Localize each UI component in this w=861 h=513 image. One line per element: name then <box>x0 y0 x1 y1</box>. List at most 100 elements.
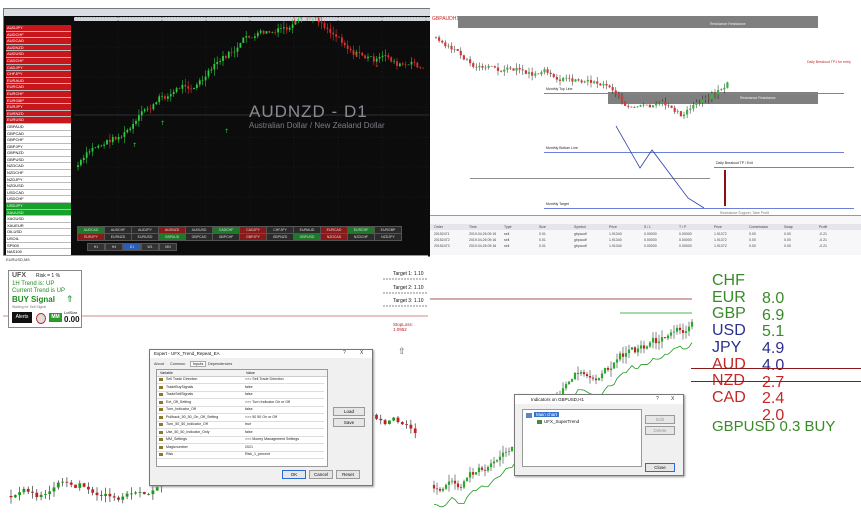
market-watch-row[interactable]: GBPCAD <box>6 131 71 138</box>
market-watch-row[interactable]: CADJPY <box>6 65 71 72</box>
market-watch-row[interactable]: GBPNZD <box>6 150 71 157</box>
market-watch-row[interactable]: NZDUSD <box>6 183 71 190</box>
timeframe-button[interactable]: H4 <box>105 243 123 251</box>
bell-icon[interactable] <box>36 313 46 324</box>
market-watch-symbol: AUDCAD <box>7 38 24 44</box>
market-watch-row[interactable]: EURCAD <box>6 84 71 91</box>
parameter-value[interactable]: >>> Turn Indicator On or Off <box>245 399 290 406</box>
table-row[interactable]: 201524732019.04.26 09:16sell0.01gbpaudf1… <box>430 243 861 249</box>
market-watch-row[interactable]: NZDCHF <box>6 170 71 177</box>
parameter-value[interactable]: >>> Sell Trade Direction <box>245 376 284 383</box>
dashboard-pair-cell[interactable]: EURUSD <box>131 233 159 241</box>
market-watch-row[interactable]: EURGBP <box>6 98 71 105</box>
parameter-value[interactable]: >>> 50 50 On or Off <box>245 414 277 421</box>
mm-button[interactable]: MM <box>49 313 62 322</box>
market-watch-row[interactable]: USOIL <box>6 236 71 243</box>
market-watch-row[interactable]: AUDUSD <box>6 51 71 58</box>
dialog2-help-button[interactable]: ? <box>656 396 659 402</box>
parameter-value[interactable]: 2021 <box>245 444 253 451</box>
parameter-value[interactable]: >>> Money Management Settings <box>245 436 299 443</box>
market-watch-row[interactable]: AUDNZD <box>6 45 71 52</box>
market-watch-row[interactable]: OILUSD <box>6 229 71 236</box>
tab-dependencies[interactable]: Dependencies <box>208 362 232 366</box>
parameter-value[interactable]: false <box>245 391 253 398</box>
market-watch-row[interactable]: CHFJPY <box>6 71 71 78</box>
dialog-close-button[interactable]: X <box>360 350 363 356</box>
alerts-button[interactable]: Alerts <box>12 312 32 323</box>
candle-body <box>655 104 657 106</box>
market-watch-row[interactable]: GBPUSD <box>6 157 71 164</box>
candle-body <box>460 51 462 55</box>
market-watch-row[interactable]: USDCAD <box>6 190 71 197</box>
load-button[interactable]: Load <box>333 407 365 416</box>
pair-signal-summary: GBPUSD 0.3 BUY <box>712 418 835 435</box>
dashboard-pair-cell[interactable]: GBPCAD <box>185 233 213 241</box>
dashboard-pair-cell[interactable]: EURJPY <box>77 233 105 241</box>
tab-inputs[interactable]: Inputs <box>190 361 206 367</box>
parameter-variable: Use_50_50_Indicator_Only <box>166 429 210 436</box>
cancel-button[interactable]: Cancel <box>309 470 333 479</box>
candle-body <box>143 492 146 494</box>
ok-button[interactable]: OK <box>282 470 306 479</box>
timeframe-button[interactable]: W1 <box>141 243 159 251</box>
tab-about[interactable]: About <box>154 362 164 366</box>
dashboard-pair-cell[interactable]: GBPNZD <box>266 233 294 241</box>
close-button[interactable]: Close <box>645 463 675 472</box>
market-watch-row[interactable]: NZDCAD <box>6 163 71 170</box>
buy-signal-label: BUY Signal <box>12 295 55 304</box>
trade-terminal-table: OrderTimeTypeSizeSymbolPriceS / LT / PPr… <box>430 215 861 256</box>
dashboard-pair-cell[interactable]: NZDJPY <box>374 233 402 241</box>
dashboard-pair-cell[interactable]: GBPUSD <box>293 233 321 241</box>
parameter-value[interactable]: true <box>245 421 251 428</box>
dashboard-pair-cell[interactable]: GBPCHF <box>212 233 240 241</box>
market-watch-row[interactable]: AUDCAD <box>6 38 71 45</box>
candle-body <box>390 57 392 61</box>
tree-root-main-chart[interactable]: Main chart <box>534 412 559 417</box>
market-watch-row[interactable]: EURAUD <box>6 78 71 85</box>
edit-button[interactable]: Edit <box>645 415 675 424</box>
delete-button[interactable]: Delete <box>645 426 675 435</box>
market-watch-row[interactable]: GBPAUD <box>6 124 71 131</box>
market-watch-row[interactable]: USDCHF <box>6 196 71 203</box>
market-watch-row[interactable]: EURCHF <box>6 91 71 98</box>
market-watch-row[interactable]: XAUUSD <box>6 210 71 217</box>
market-watch-row[interactable]: GBPCHF <box>6 137 71 144</box>
tab-common[interactable]: Common <box>170 362 185 366</box>
candle-body <box>598 378 600 380</box>
reset-button[interactable]: Reset <box>336 470 360 479</box>
timeframe-button[interactable]: MN <box>159 243 177 251</box>
tree-item-ufx-supertrend[interactable]: UFX_SuperTrend <box>544 419 579 424</box>
gbpaud-candles[interactable] <box>430 8 861 215</box>
candle-body <box>652 105 654 107</box>
timeframe-button[interactable]: D1 <box>123 243 141 251</box>
market-watch-row[interactable]: NZDJPY <box>6 177 71 184</box>
dialog2-close-x-button[interactable]: X <box>671 396 674 402</box>
market-watch-row[interactable]: AUDJPY <box>6 25 71 32</box>
dashboard-pair-cell[interactable]: EURNZD <box>104 233 132 241</box>
table-cell: 0.00 <box>749 243 756 249</box>
market-watch-row[interactable]: EURJPY <box>6 104 71 111</box>
dashboard-pair-cell[interactable]: NZDCAD <box>320 233 348 241</box>
dialog-help-button[interactable]: ? <box>343 350 346 356</box>
candle-body <box>655 338 657 343</box>
market-watch-row[interactable]: EURUSD <box>6 117 71 124</box>
market-watch-row[interactable]: AUDCHF <box>6 32 71 39</box>
market-watch-row[interactable]: EURNZD <box>6 111 71 118</box>
market-watch-row[interactable]: USDJPY <box>6 203 71 210</box>
buy-arrow-icon: ↑ <box>160 120 165 127</box>
timeframe-button[interactable]: H1 <box>87 243 105 251</box>
parameter-value[interactable]: false <box>245 406 253 413</box>
save-button[interactable]: Save <box>333 418 365 427</box>
market-watch-row[interactable]: XAUEUR <box>6 223 71 230</box>
parameter-value[interactable]: Risk_1_percent <box>245 451 270 458</box>
market-watch-row[interactable]: XAGUSD <box>6 216 71 223</box>
market-watch-row[interactable]: GBPJPY <box>6 144 71 151</box>
dashboard-pair-cell[interactable]: NZDCHF <box>347 233 375 241</box>
market-watch-row[interactable]: CADCHF <box>6 58 71 65</box>
market-watch-row[interactable]: SP500 <box>6 243 71 250</box>
parameter-value[interactable]: false <box>245 384 253 391</box>
dashboard-pair-cell[interactable]: GBPJPY <box>239 233 267 241</box>
dashboard-pair-cell[interactable]: GBPAUD <box>158 233 186 241</box>
parameter-value[interactable]: false <box>245 429 253 436</box>
input-parameter-row[interactable]: RiskRisk_1_percent <box>157 451 324 459</box>
